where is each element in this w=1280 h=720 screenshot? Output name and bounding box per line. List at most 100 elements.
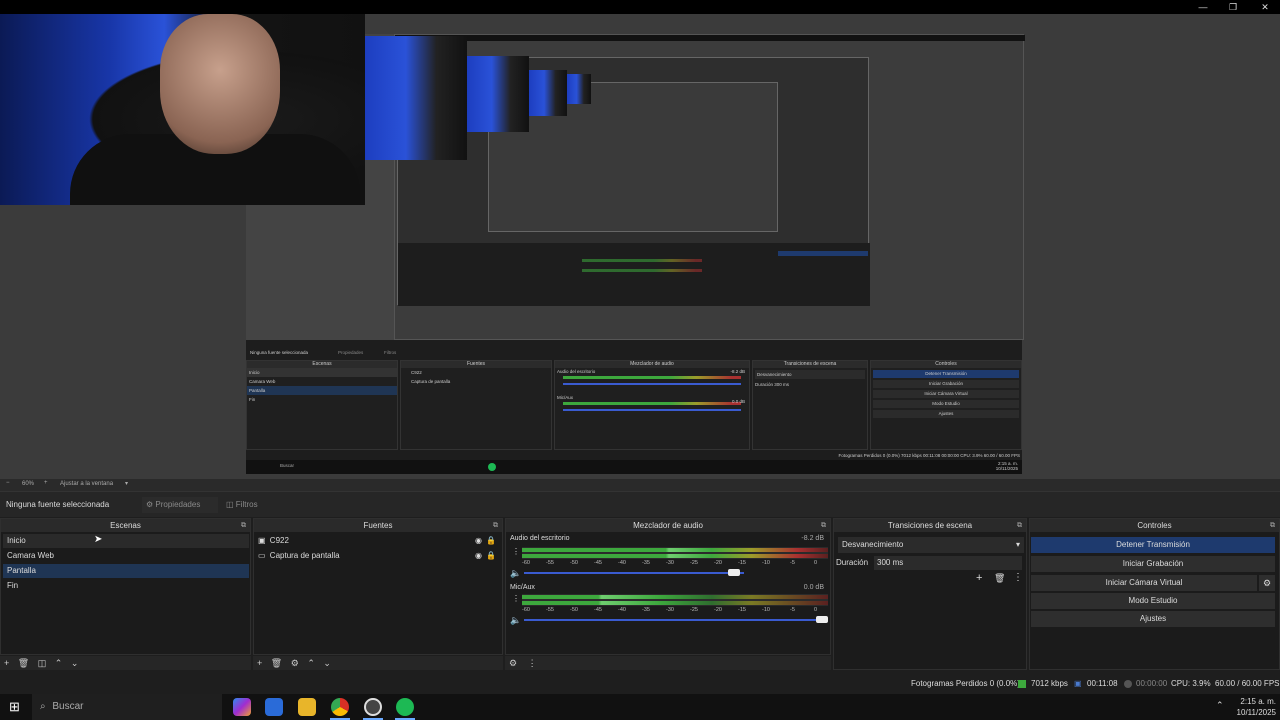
- nested-transition: Desvanecimiento: [755, 370, 865, 379]
- tick-label: -35: [642, 560, 650, 566]
- zoom-in-button[interactable]: +: [44, 480, 48, 486]
- chevron-up-icon[interactable]: ⌃: [1216, 700, 1224, 711]
- monitor-icon: ▭: [258, 551, 266, 560]
- mixer-menu-icon[interactable]: ⋮: [528, 658, 537, 668]
- channel-desktop-meter-bar-l: [522, 548, 828, 552]
- channel-desktop-volume-slider[interactable]: [524, 572, 744, 574]
- source-settings-icon[interactable]: ⚙: [291, 658, 299, 668]
- scenes-toolbar: + 🗑 ◫ ⌃ ⌄: [0, 656, 251, 670]
- remove-source-icon[interactable]: 🗑: [271, 658, 282, 668]
- taskbar-search[interactable]: ⌕ Buscar: [32, 694, 222, 720]
- scene-item-pantalla[interactable]: Pantalla: [3, 564, 249, 578]
- windows-start-icon[interactable]: ⊞: [9, 700, 20, 714]
- scene-item-fin[interactable]: Fin: [3, 579, 249, 593]
- remove-scene-icon[interactable]: 🗑: [18, 658, 29, 668]
- copilot-icon[interactable]: [233, 698, 251, 716]
- channel-mic-volume-handle[interactable]: [816, 616, 828, 623]
- move-up-icon[interactable]: ⌃: [55, 658, 63, 668]
- record-icon: [1124, 680, 1132, 688]
- advanced-audio-icon[interactable]: ⚙: [509, 658, 517, 668]
- controls-float-icon[interactable]: ⧉: [1270, 520, 1275, 531]
- source-item-captura[interactable]: ▭ Captura de pantalla ◉ 🔒: [258, 549, 500, 563]
- tick-label: -30: [666, 607, 674, 613]
- scene-item-inicio[interactable]: Inicio: [3, 534, 249, 548]
- nested-record-button: Iniciar Grabación: [873, 380, 1019, 388]
- mixer-float-icon[interactable]: ⧉: [821, 520, 826, 531]
- lock-icon[interactable]: 🔒: [486, 549, 496, 563]
- source-item-c922[interactable]: ▣ C922 ◉ 🔒: [258, 534, 500, 548]
- file-explorer-icon[interactable]: [298, 698, 316, 716]
- add-source-icon[interactable]: +: [257, 658, 262, 668]
- signal-icon: [1018, 680, 1026, 688]
- stop-stream-button[interactable]: Detener Transmisión: [1031, 537, 1275, 553]
- preview-area[interactable]: Ninguna fuente seleccionada Propiedades …: [0, 14, 1280, 479]
- scene-filters-icon[interactable]: ◫: [38, 658, 47, 668]
- webcam-person-face: [160, 14, 280, 154]
- channel-mic-meter-bar-r: [522, 601, 828, 605]
- zoom-menu-chevron-icon[interactable]: ▾: [125, 480, 128, 487]
- source-up-icon[interactable]: ⌃: [307, 658, 315, 668]
- nested-ch1-meter: [563, 376, 741, 379]
- sources-title: Fuentes: [254, 519, 502, 532]
- zoom-bar: − 60% + Ajustar a la ventana ▾: [0, 479, 1280, 491]
- eye-icon[interactable]: ◉: [475, 549, 482, 563]
- webcam-recursion-4: [567, 74, 591, 104]
- obs-icon[interactable]: [364, 698, 382, 716]
- scenes-float-icon[interactable]: ⧉: [241, 520, 246, 531]
- transitions-title: Transiciones de escena: [834, 519, 1026, 532]
- channel-mic-menu-icon[interactable]: ⋮: [512, 594, 520, 603]
- minimize-button[interactable]: —: [1188, 0, 1218, 14]
- channel-desktop-volume-handle[interactable]: [728, 569, 740, 576]
- transitions-float-icon[interactable]: ⧉: [1017, 520, 1022, 531]
- lock-icon[interactable]: 🔒: [486, 534, 496, 548]
- remove-transition-icon[interactable]: 🗑: [994, 573, 1005, 584]
- settings-button[interactable]: Ajustes: [1031, 611, 1275, 627]
- nested-clock: 2:15 a. m. 10/11/2025: [996, 461, 1018, 471]
- tick-label: -50: [570, 607, 578, 613]
- studio-mode-button[interactable]: Modo Estudio: [1031, 593, 1275, 609]
- store-icon[interactable]: [265, 698, 283, 716]
- tick-label: -10: [762, 560, 770, 566]
- fit-window-button[interactable]: Ajustar a la ventana: [60, 481, 113, 487]
- chrome-icon[interactable]: [331, 698, 349, 716]
- audio-mixer-dock: Mezclador de audio ⧉ Audio del escritori…: [505, 518, 831, 655]
- nested-controls-title: Controles: [871, 361, 1021, 368]
- add-scene-icon[interactable]: +: [4, 658, 9, 668]
- start-virtual-cam-button[interactable]: Iniciar Cámara Virtual: [1031, 575, 1257, 591]
- speaker-icon[interactable]: 🔈: [510, 615, 521, 626]
- nested-duration-value: 300 ms: [774, 382, 790, 387]
- tick-label: -20: [714, 607, 722, 613]
- chevron-down-icon: ▾: [1015, 540, 1020, 549]
- channel-desktop-name: Audio del escritorio: [510, 535, 570, 542]
- transition-select[interactable]: Desvanecimiento ▾: [838, 537, 1024, 553]
- start-recording-button[interactable]: Iniciar Grabación: [1031, 556, 1275, 572]
- close-button[interactable]: ✕: [1250, 0, 1280, 14]
- nested-filters: Filtros: [384, 350, 397, 355]
- scene-item-camara-web[interactable]: Camara Web: [3, 549, 249, 563]
- tick-label: -5: [790, 607, 795, 613]
- filters-button[interactable]: ◫ Filtros: [222, 497, 270, 513]
- transition-menu-icon[interactable]: ⋮: [1013, 572, 1023, 583]
- taskbar: ⊞ ⌕ Buscar ⌃ 2:15 a. m. 10/11/2025: [0, 694, 1280, 720]
- virtual-cam-settings-gear-icon[interactable]: ⚙: [1259, 575, 1275, 591]
- nested-taskbar: Buscar 2:15 a. m. 10/11/2025: [246, 460, 1022, 474]
- nested-mixer-title: Mezclador de audio: [555, 361, 749, 368]
- move-down-icon[interactable]: ⌄: [71, 658, 79, 668]
- source-down-icon[interactable]: ⌄: [323, 658, 331, 668]
- zoom-out-button[interactable]: −: [6, 480, 10, 486]
- taskbar-clock[interactable]: 2:15 a. m. 10/11/2025: [1228, 696, 1276, 718]
- add-transition-icon[interactable]: +: [976, 572, 982, 584]
- speaker-icon[interactable]: 🔈: [510, 568, 521, 579]
- channel-desktop-menu-icon[interactable]: ⋮: [512, 547, 520, 556]
- spotify-icon[interactable]: [396, 698, 414, 716]
- restore-button[interactable]: ❐: [1218, 0, 1248, 14]
- filter-icon: ◫: [226, 500, 234, 509]
- properties-button[interactable]: ⚙ Propiedades: [142, 497, 218, 513]
- eye-icon[interactable]: ◉: [475, 534, 482, 548]
- tick-label: -60: [522, 607, 530, 613]
- search-icon: ⌕: [40, 701, 46, 712]
- tick-label: -40: [618, 607, 626, 613]
- sources-float-icon[interactable]: ⧉: [493, 520, 498, 531]
- channel-mic-volume-slider[interactable]: [524, 619, 824, 621]
- duration-input[interactable]: 300 ms: [874, 556, 1022, 570]
